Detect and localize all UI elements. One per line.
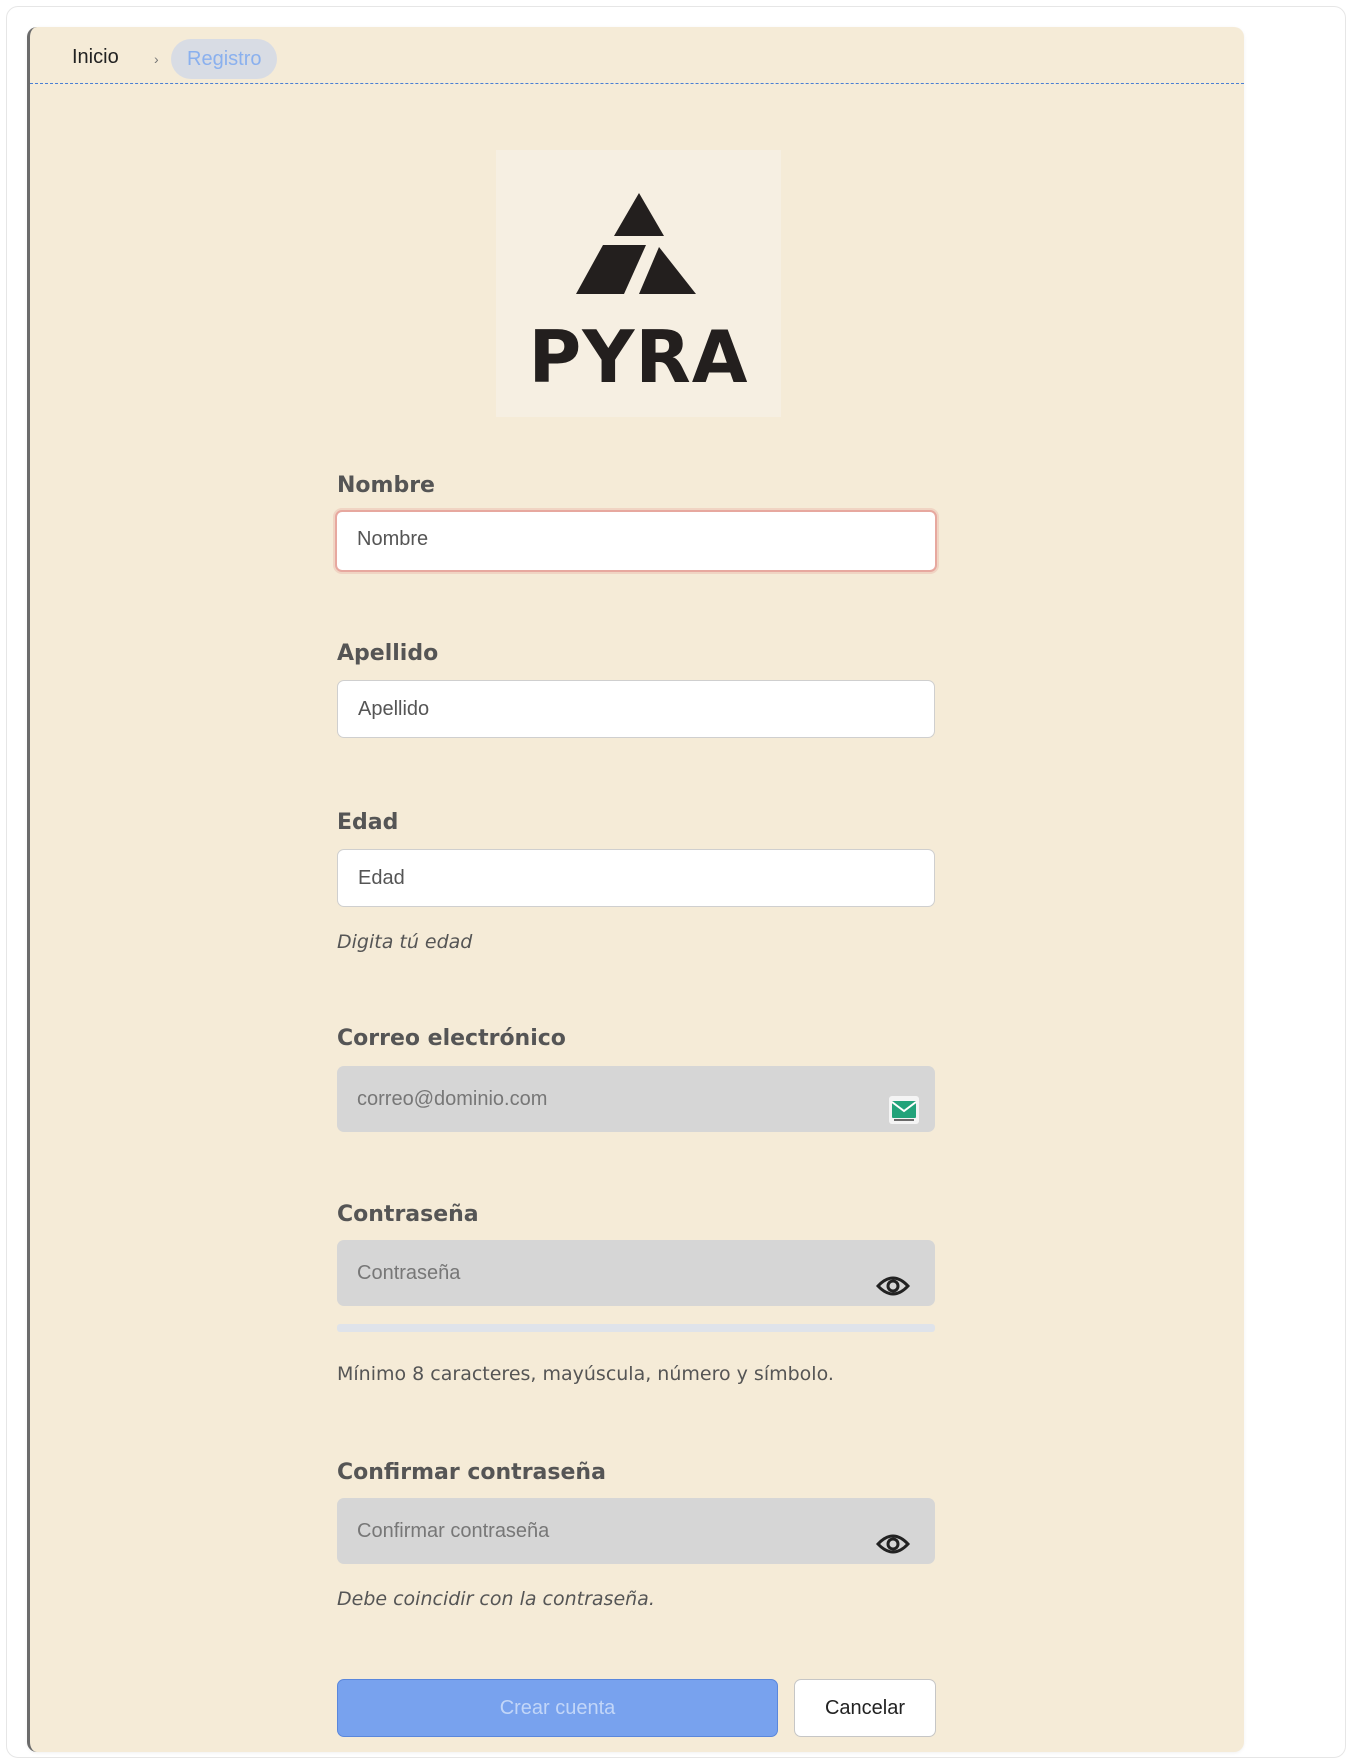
edad-help-text: Digita tú edad xyxy=(337,931,473,953)
create-account-button[interactable]: Crear cuenta xyxy=(337,1679,778,1737)
password-input[interactable]: Contraseña xyxy=(337,1240,935,1306)
eye-icon[interactable] xyxy=(875,1260,911,1326)
password-strength-bar xyxy=(337,1324,935,1332)
confirm-password-input[interactable]: Confirmar contraseña xyxy=(337,1498,935,1564)
apellido-label: Apellido xyxy=(337,641,439,666)
logo-text: PYRA xyxy=(528,315,749,399)
pyra-logo: PYRA xyxy=(496,150,781,417)
correo-placeholder: correo@dominio.com xyxy=(357,1088,548,1110)
breadcrumb-separator: › xyxy=(154,51,159,67)
password-placeholder: Contraseña xyxy=(357,1262,461,1284)
password-label: Contraseña xyxy=(337,1202,479,1227)
confirm-password-placeholder: Confirmar contraseña xyxy=(357,1520,550,1542)
eye-icon[interactable] xyxy=(875,1518,911,1584)
edad-input[interactable]: Edad xyxy=(337,849,935,907)
cancel-button[interactable]: Cancelar xyxy=(794,1679,936,1737)
apellido-input[interactable]: Apellido xyxy=(337,680,935,738)
confirm-help-text: Debe coincidir con la contraseña. xyxy=(337,1588,655,1610)
correo-input[interactable]: correo@dominio.com xyxy=(337,1066,935,1132)
registration-card: Inicio › Registro PYRA Nombre Nombre Ape… xyxy=(27,27,1244,1752)
email-icon xyxy=(889,1085,919,1151)
nombre-input[interactable]: Nombre xyxy=(335,510,937,572)
edad-label: Edad xyxy=(337,810,399,835)
breadcrumb: Inicio › Registro xyxy=(30,27,1244,84)
password-help-text: Mínimo 8 caracteres, mayúscula, número y… xyxy=(337,1363,834,1385)
nombre-label: Nombre xyxy=(337,473,435,498)
correo-label: Correo electrónico xyxy=(337,1026,566,1051)
breadcrumb-current: Registro xyxy=(171,39,278,79)
confirm-password-label: Confirmar contraseña xyxy=(337,1460,606,1485)
breadcrumb-home-link[interactable]: Inicio xyxy=(72,46,119,69)
